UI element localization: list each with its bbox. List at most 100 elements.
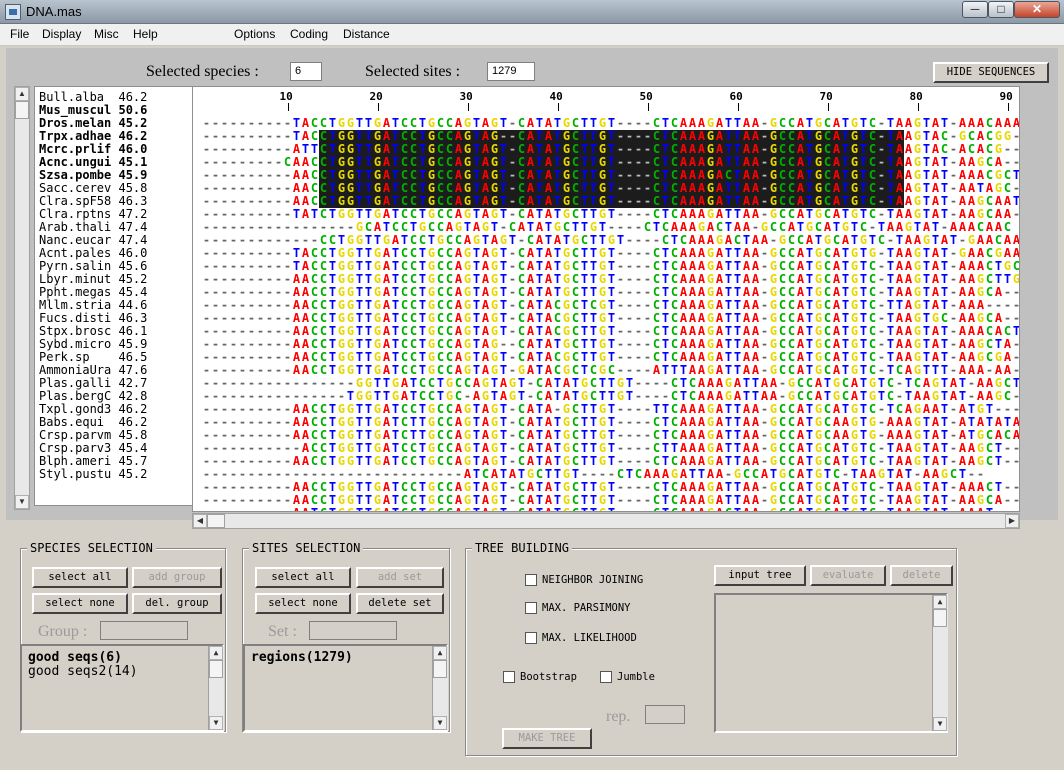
delete-set-button[interactable]: delete set <box>356 593 444 614</box>
species-score: 50.6 <box>118 103 148 117</box>
group-list-scrollbar[interactable]: ▲ ▼ <box>208 646 224 730</box>
max-likelihood-label: MAX. LIKELIHOOD <box>542 632 637 644</box>
species-scrollbar[interactable]: ▲ ▼ <box>14 86 30 510</box>
species-score: 45.8 <box>118 181 148 195</box>
max-likelihood-checkbox[interactable] <box>525 632 537 644</box>
max-parsimony-checkbox[interactable] <box>525 602 537 614</box>
select-none-species-button[interactable]: select none <box>32 593 128 614</box>
bootstrap-checkbox[interactable] <box>503 671 515 683</box>
species-score: 46.0 <box>118 142 148 156</box>
species-name: Acnt.pales <box>39 246 119 260</box>
menu-options[interactable]: Options <box>234 27 275 41</box>
ruler-tick-label: 40 <box>549 90 563 103</box>
set-list-scrollbar[interactable]: ▲ ▼ <box>432 646 448 730</box>
species-score: 45.2 <box>118 116 148 130</box>
sequence-row: ----------AATCTGGTTGATCCTGCCAGTAGT-CATAT… <box>202 507 1019 512</box>
ruler-tick-mark <box>647 103 649 111</box>
evaluate-button[interactable]: evaluate <box>810 565 886 586</box>
ruler-tick-label: 70 <box>819 90 833 103</box>
species-score: 42.7 <box>118 376 148 390</box>
menu-file[interactable]: File <box>10 27 29 41</box>
tree-list-scrollbar[interactable]: ▲ ▼ <box>932 595 948 731</box>
scroll-up-icon[interactable]: ▲ <box>15 87 29 101</box>
sequence-alignment[interactable]: 10 20 30 40 50 60 70 80 90 ----------TACCTGGTTGA… <box>192 86 1020 512</box>
species-score: 45.1 <box>118 155 148 169</box>
species-name: Clra.rptns <box>39 207 119 221</box>
delete-tree-button[interactable]: delete <box>890 565 953 586</box>
set-label: Set : <box>268 623 297 640</box>
scroll-thumb[interactable] <box>933 609 947 627</box>
set-item[interactable]: regions(1279) <box>251 650 353 665</box>
scroll-up-icon[interactable]: ▲ <box>209 646 223 660</box>
scroll-left-icon[interactable]: ◀ <box>193 514 207 528</box>
species-name: Mus_muscul <box>39 103 119 117</box>
ruler-tick-mark <box>737 103 739 111</box>
ruler-tick-mark <box>467 103 469 111</box>
species-name: Mcrc.prlif <box>39 142 119 156</box>
maximize-button[interactable]: □ <box>988 1 1014 18</box>
scroll-thumb[interactable] <box>209 660 223 678</box>
app-icon <box>5 4 21 20</box>
selected-species-field[interactable]: 6 <box>290 62 322 81</box>
species-score: 46.3 <box>118 311 148 325</box>
menu-display[interactable]: Display <box>42 27 81 41</box>
input-tree-button[interactable]: input tree <box>714 565 806 586</box>
menu-coding[interactable]: Coding <box>290 27 328 41</box>
rep-label: rep. <box>606 708 631 725</box>
neighbor-joining-checkbox[interactable] <box>525 574 537 586</box>
max-parsimony-label: MAX. PARSIMONY <box>542 602 631 614</box>
make-tree-button[interactable]: MAKE TREE <box>502 728 592 749</box>
select-none-sites-button[interactable]: select none <box>255 593 351 614</box>
scroll-thumb[interactable] <box>15 101 29 119</box>
scroll-down-icon[interactable]: ▼ <box>209 716 223 730</box>
jumble-checkbox[interactable] <box>600 671 612 683</box>
scroll-down-icon[interactable]: ▼ <box>433 716 447 730</box>
group-item[interactable]: good seqs2(14) <box>28 664 138 679</box>
scroll-up-icon[interactable]: ▲ <box>433 646 447 660</box>
set-name-field[interactable] <box>309 621 397 640</box>
species-name: Acnc.ungui <box>39 155 119 169</box>
tree-listbox[interactable]: ▲ ▼ <box>714 593 948 733</box>
scroll-down-icon[interactable]: ▼ <box>933 717 947 731</box>
menu-misc[interactable]: Misc <box>94 27 119 41</box>
scroll-right-icon[interactable]: ▶ <box>1005 514 1019 528</box>
species-score: 46.3 <box>118 194 148 208</box>
ruler-tick-label: 90 <box>999 90 1013 103</box>
species-score: 47.4 <box>118 233 148 247</box>
group-item[interactable]: good seqs(6) <box>28 650 122 665</box>
select-all-sites-button[interactable]: select all <box>255 567 351 588</box>
species-name: Clra.spF58 <box>39 194 119 208</box>
species-score: 47.6 <box>118 363 148 377</box>
ruler-tick-label: 60 <box>729 90 743 103</box>
rep-field[interactable] <box>645 705 685 724</box>
ruler-tick-label: 30 <box>459 90 473 103</box>
close-button[interactable]: ✕ <box>1014 1 1060 18</box>
species-row[interactable]: Styl.pustu 45.2 <box>39 468 147 481</box>
alignment-scrollbar[interactable]: ◀ ▶ <box>192 513 1020 529</box>
del-group-button[interactable]: del. group <box>132 593 222 614</box>
species-name: Bull.alba <box>39 90 119 104</box>
selected-sites-field[interactable]: 1279 <box>487 62 535 81</box>
position-ruler: 10 20 30 40 50 60 70 80 90 <box>193 87 1019 111</box>
menu-help[interactable]: Help <box>133 27 158 41</box>
set-listbox[interactable]: regions(1279) ▲ ▼ <box>243 644 448 732</box>
add-group-button[interactable]: add group <box>132 567 222 588</box>
jumble-label: Jumble <box>617 671 655 683</box>
title-bar[interactable]: DNA.mas ─ □ ✕ <box>0 0 1064 24</box>
scroll-up-icon[interactable]: ▲ <box>933 595 947 609</box>
species-name: Szsa.pombe <box>39 168 119 182</box>
group-name-field[interactable] <box>100 621 188 640</box>
scroll-down-icon[interactable]: ▼ <box>15 495 29 509</box>
tree-building-title: TREE BUILDING <box>472 541 572 555</box>
scroll-thumb[interactable] <box>433 660 447 678</box>
menu-distance[interactable]: Distance <box>343 27 390 41</box>
group-listbox[interactable]: good seqs(6) good seqs2(14) ▲ ▼ <box>20 644 224 732</box>
add-set-button[interactable]: add set <box>356 567 444 588</box>
select-all-species-button[interactable]: select all <box>32 567 128 588</box>
h-scroll-thumb[interactable] <box>207 514 225 528</box>
hide-sequences-button[interactable]: HIDE SEQUENCES <box>933 62 1049 83</box>
species-name: Crsp.parvm <box>39 428 119 442</box>
ruler-tick-label: 20 <box>369 90 383 103</box>
species-score: 46.5 <box>118 350 148 364</box>
minimize-button[interactable]: ─ <box>962 1 988 18</box>
